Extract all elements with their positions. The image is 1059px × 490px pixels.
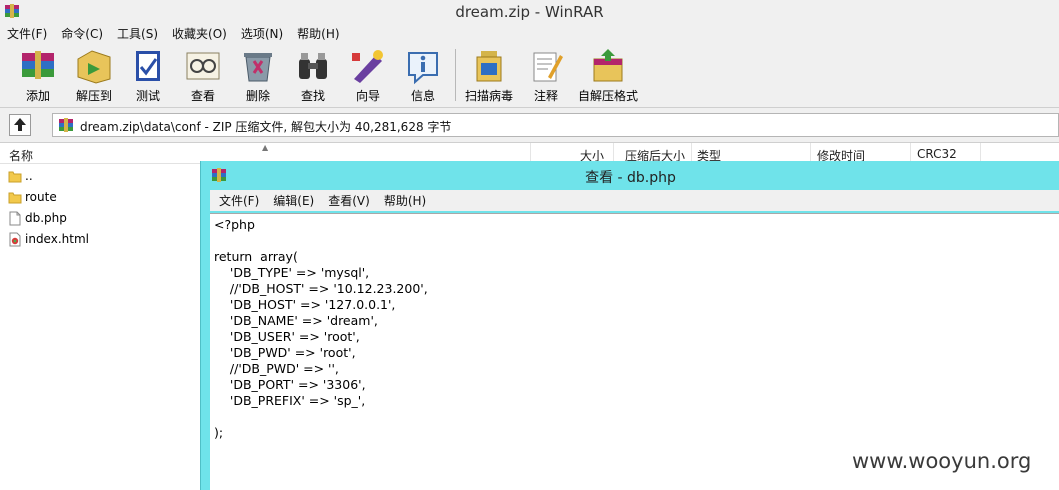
column-crc32[interactable]: CRC32 xyxy=(917,147,957,161)
path-field[interactable]: dream.zip\data\conf - ZIP 压缩文件, 解包大小为 40… xyxy=(52,113,1059,137)
menu-help[interactable]: 帮助(H) xyxy=(290,25,346,42)
add-button[interactable]: 添加 xyxy=(14,47,62,103)
virus-scan-button[interactable]: 扫描病毒 xyxy=(462,47,516,103)
wizard-button[interactable]: 向导 xyxy=(344,47,392,103)
test-button[interactable]: 测试 xyxy=(124,47,172,103)
toolbar: 添加 解压到 测试 查看 删除 查找 向导 信息 扫描病毒 注释 自解压格式 xyxy=(0,43,1059,108)
find-icon xyxy=(299,53,327,79)
menu-bar: 文件(F) 命令(C) 工具(S) 收藏夹(O) 选项(N) 帮助(H) xyxy=(0,23,1059,43)
column-divider[interactable] xyxy=(810,143,811,163)
file-row-parent[interactable]: .. xyxy=(0,166,200,187)
view-icon xyxy=(186,52,220,80)
viewer-window: 查看 - db.php 文件(F) 编辑(E) 查看(V) 帮助(H) <?ph… xyxy=(200,161,1059,490)
column-divider[interactable] xyxy=(613,143,614,163)
column-divider[interactable] xyxy=(980,143,981,163)
path-text: dream.zip\data\conf - ZIP 压缩文件, 解包大小为 40… xyxy=(80,120,452,134)
view-button[interactable]: 查看 xyxy=(179,47,227,103)
up-folder-button[interactable] xyxy=(9,114,31,136)
sfx-icon xyxy=(593,49,623,82)
html-file-icon xyxy=(9,232,21,247)
menu-tools[interactable]: 工具(S) xyxy=(110,25,165,42)
menu-favorites[interactable]: 收藏夹(O) xyxy=(165,25,234,42)
watermark-text: www.wooyun.org xyxy=(852,449,1032,473)
menu-commands[interactable]: 命令(C) xyxy=(54,25,110,42)
comment-icon xyxy=(533,52,563,82)
extract-to-icon xyxy=(77,50,111,84)
viewer-menu-bar: 文件(F) 编辑(E) 查看(V) 帮助(H) xyxy=(210,190,1059,211)
folder-icon xyxy=(8,171,22,183)
find-button[interactable]: 查找 xyxy=(289,47,337,103)
column-name[interactable]: 名称 xyxy=(9,147,33,164)
wizard-icon xyxy=(352,50,383,83)
file-list: .. route db.php index.html xyxy=(0,166,200,250)
menu-file[interactable]: 文件(F) xyxy=(0,25,54,42)
extract-to-button[interactable]: 解压到 xyxy=(70,47,118,103)
folder-icon xyxy=(8,192,22,204)
column-divider[interactable] xyxy=(691,143,692,163)
delete-icon xyxy=(244,53,272,82)
viewer-menu-view[interactable]: 查看(V) xyxy=(321,192,377,209)
menu-options[interactable]: 选项(N) xyxy=(234,25,290,42)
address-bar: dream.zip\data\conf - ZIP 压缩文件, 解包大小为 40… xyxy=(0,108,1059,143)
toolbar-separator xyxy=(455,49,456,101)
up-arrow-icon xyxy=(14,118,26,131)
sort-arrow-icon: ▲ xyxy=(262,143,269,152)
viewer-menu-edit[interactable]: 编辑(E) xyxy=(266,192,321,209)
file-content-text: <?php return array( 'DB_TYPE' => 'mysql'… xyxy=(214,217,428,440)
info-button[interactable]: 信息 xyxy=(399,47,447,103)
file-row-route[interactable]: route xyxy=(0,187,200,208)
file-icon xyxy=(9,211,21,226)
test-icon xyxy=(136,51,160,81)
column-divider[interactable] xyxy=(530,143,531,163)
add-archive-icon xyxy=(22,51,54,79)
viewer-menu-help[interactable]: 帮助(H) xyxy=(377,192,433,209)
delete-button[interactable]: 删除 xyxy=(234,47,282,103)
file-row-index-html[interactable]: index.html xyxy=(0,229,200,250)
file-row-db-php[interactable]: db.php xyxy=(0,208,200,229)
viewer-menu-file[interactable]: 文件(F) xyxy=(212,192,266,209)
virus-scan-icon xyxy=(476,51,502,82)
viewer-title: 查看 - db.php xyxy=(585,170,676,186)
title-bar: dream.zip - WinRAR xyxy=(0,0,1059,24)
archive-icon xyxy=(59,118,73,132)
info-icon xyxy=(408,52,438,85)
window-title: dream.zip - WinRAR xyxy=(455,3,604,21)
comment-button[interactable]: 注释 xyxy=(522,47,570,103)
column-divider[interactable] xyxy=(910,143,911,163)
sfx-button[interactable]: 自解压格式 xyxy=(576,47,640,103)
